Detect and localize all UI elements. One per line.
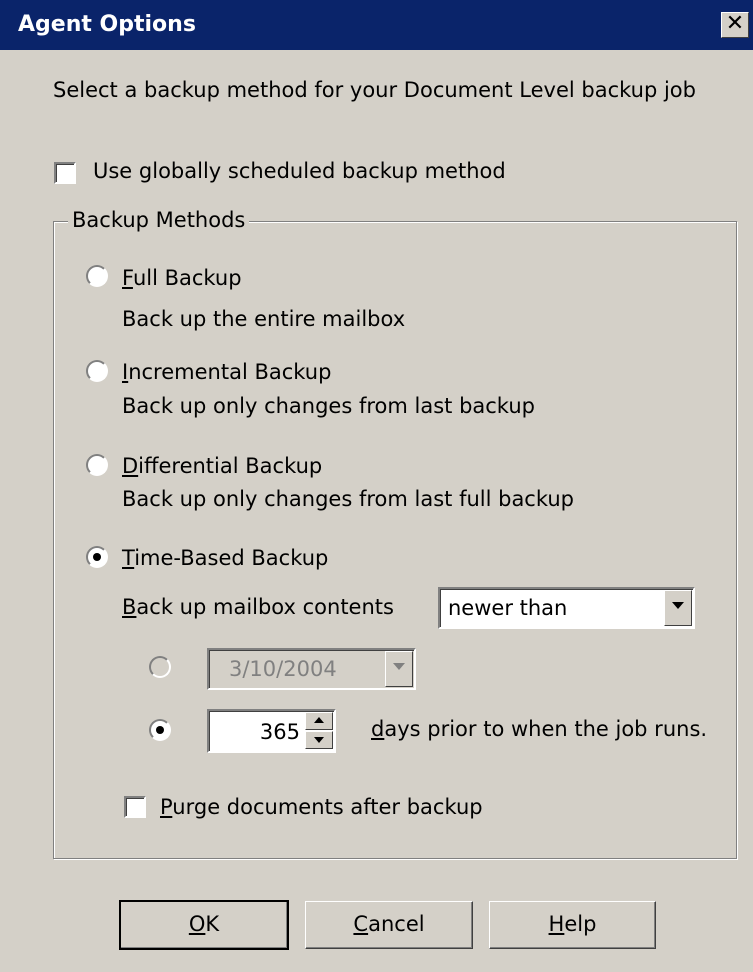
purge-checkbox[interactable] — [124, 796, 146, 818]
comparison-value: newer than — [448, 596, 568, 620]
time-based-backup-radio[interactable] — [86, 546, 108, 568]
full-backup-desc: Back up the entire mailbox — [122, 307, 406, 331]
group-title: Backup Methods — [68, 207, 250, 233]
arrow-up-icon — [314, 717, 324, 723]
ok-button[interactable]: OK — [119, 900, 289, 950]
dropdown-button[interactable] — [664, 590, 692, 626]
incremental-backup-label[interactable]: Incremental Backup — [122, 359, 331, 385]
purge-label[interactable]: Purge documents after backup — [160, 794, 483, 820]
differential-backup-radio[interactable] — [86, 454, 108, 476]
differential-backup-label[interactable]: Differential Backup — [122, 453, 322, 479]
days-down-button[interactable] — [305, 731, 333, 749]
date-picker[interactable]: 3/10/2004 — [207, 648, 416, 690]
days-up-button[interactable] — [305, 712, 333, 730]
close-icon: ✕ — [725, 11, 745, 36]
contents-label: Back up mailbox contents — [122, 595, 394, 619]
time-based-backup-label[interactable]: Time-Based Backup — [122, 545, 328, 571]
prompt-text: Select a backup method for your Document… — [53, 78, 696, 102]
use-global-label: Use globally scheduled backup method — [93, 159, 506, 183]
comparison-dropdown[interactable]: newer than — [438, 587, 695, 629]
differential-backup-desc: Back up only changes from last full back… — [122, 487, 575, 511]
window-title: Agent Options — [18, 12, 196, 37]
incremental-backup-desc: Back up only changes from last backup — [122, 394, 535, 418]
use-global-checkbox[interactable] — [54, 162, 76, 184]
date-option-radio[interactable] — [149, 656, 171, 678]
arrow-down-icon — [314, 737, 324, 743]
close-button[interactable]: ✕ — [721, 12, 749, 38]
days-option-radio[interactable] — [149, 719, 171, 741]
date-dropdown-button[interactable] — [385, 651, 413, 687]
full-backup-radio[interactable] — [86, 265, 108, 287]
cancel-button[interactable]: Cancel — [305, 901, 473, 949]
title-bar[interactable]: Agent Options ✕ — [0, 0, 753, 50]
chevron-down-icon — [672, 602, 684, 609]
days-stepper[interactable]: 365 — [207, 709, 336, 753]
incremental-backup-radio[interactable] — [86, 360, 108, 382]
help-button[interactable]: Help — [489, 901, 656, 949]
full-backup-label[interactable]: Full Backup — [122, 265, 242, 291]
date-value: 3/10/2004 — [229, 657, 337, 681]
chevron-down-icon — [393, 663, 405, 670]
days-value: 365 — [259, 720, 300, 744]
days-suffix-label: days prior to when the job runs. — [371, 717, 708, 741]
